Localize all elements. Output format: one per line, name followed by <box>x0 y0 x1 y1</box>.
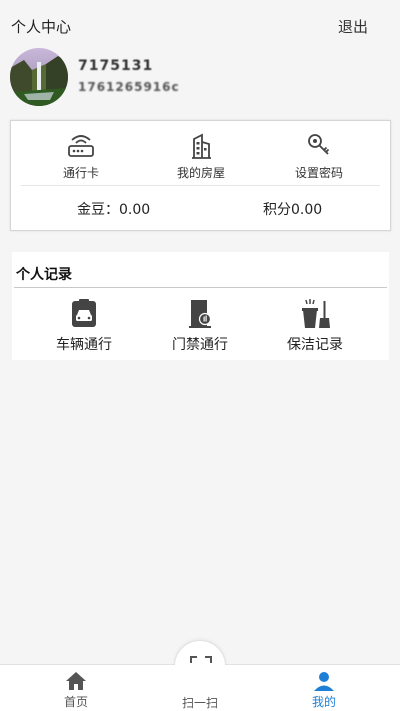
tab-mine-label: 我的 <box>311 695 336 709</box>
logout-button[interactable]: 退出 <box>338 16 368 37</box>
tab-scan-label[interactable]: 扫一扫 <box>160 694 240 711</box>
vehicle-pass-button[interactable]: 车辆通行 <box>34 298 134 354</box>
user-name: 7175131 <box>78 58 154 74</box>
cleaning-icon <box>302 299 330 328</box>
cleaning-record-button[interactable]: 保洁记录 <box>265 298 365 354</box>
tab-mine[interactable]: 我的 <box>284 665 364 711</box>
user-phone: 1761265916c <box>78 80 180 94</box>
gold-beans-value: 金豆：0.00 <box>77 202 151 218</box>
points-value: 积分0.00 <box>263 202 323 218</box>
door-access-label: 门禁通行 <box>172 337 228 353</box>
tab-home[interactable]: 首页 <box>36 665 116 711</box>
building-icon <box>192 133 211 159</box>
user-icon <box>314 672 334 691</box>
car-icon <box>72 299 96 327</box>
set-password-label: 设置密码 <box>294 166 343 180</box>
page-title: 个人中心 <box>11 18 72 36</box>
scan-tab-background <box>160 665 240 695</box>
router-card-icon <box>68 135 94 157</box>
services-card: 通行卡 我的房屋 设置密码 金豆：0.00 积分0.00 <box>10 120 391 231</box>
key-icon <box>308 134 330 155</box>
door-access-button[interactable]: 门禁通行 <box>150 298 250 354</box>
set-password-button[interactable]: 设置密码 <box>274 133 364 181</box>
my-house-button[interactable]: 我的房屋 <box>156 133 246 181</box>
tab-home-label: 首页 <box>63 695 88 709</box>
profile-section: 7175131 1761265916c <box>0 44 400 108</box>
records-section: 个人记录 车辆通行 门禁通行 保洁记录 <box>12 252 389 360</box>
home-icon <box>66 672 86 690</box>
avatar[interactable] <box>10 48 68 106</box>
records-title: 个人记录 <box>16 267 72 283</box>
pass-card-label: 通行卡 <box>62 166 99 180</box>
top-header: 个人中心 退出 <box>0 0 400 48</box>
my-house-label: 我的房屋 <box>176 166 225 180</box>
card-divider <box>21 185 380 186</box>
vehicle-pass-label: 车辆通行 <box>56 337 112 353</box>
door-icon <box>189 300 212 328</box>
cleaning-record-label: 保洁记录 <box>287 337 343 353</box>
records-divider <box>14 287 387 288</box>
pass-card-button[interactable]: 通行卡 <box>36 133 126 181</box>
